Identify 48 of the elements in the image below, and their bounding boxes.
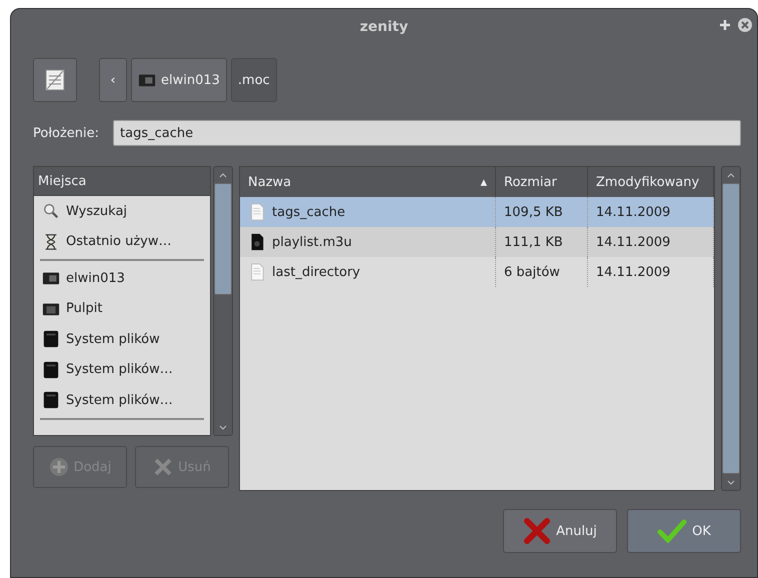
chevron-up-icon[interactable] (727, 172, 735, 178)
file-name-cell[interactable]: tags_cache (240, 197, 496, 227)
place-item[interactable]: Pulpit (34, 294, 210, 324)
chevron-down-icon[interactable] (727, 480, 735, 484)
location-field[interactable]: tags_cache (113, 120, 741, 146)
edit-location-button[interactable] (33, 58, 77, 102)
cancel-button[interactable]: Anuluj (503, 509, 617, 553)
maximize-icon[interactable] (719, 19, 731, 31)
scrollbar[interactable] (213, 166, 233, 436)
path-button[interactable]: .moc (230, 58, 277, 102)
scrollbar[interactable] (721, 166, 741, 491)
places-header[interactable]: Miejsca (34, 167, 210, 196)
file-date-cell: 14.11.2009 (588, 257, 714, 287)
place-item[interactable]: Wyszukaj (34, 196, 210, 226)
file-name-cell[interactable]: playlist.m3u (240, 227, 496, 257)
drive-icon (42, 391, 60, 410)
document-icon (248, 203, 266, 221)
back-button[interactable]: ‹ (99, 58, 127, 102)
plus-icon (48, 457, 69, 477)
column-header[interactable]: Rozmiar (496, 167, 588, 197)
file-size-cell: 111,1 KB (496, 227, 588, 257)
ok-button[interactable]: OK (627, 509, 741, 553)
column-header[interactable]: Nazwa ▴ (240, 167, 496, 197)
drive-icon (42, 360, 60, 379)
place-item[interactable]: elwin013 (34, 263, 210, 294)
file-date-cell: 14.11.2009 (588, 227, 714, 257)
cross-icon (523, 517, 552, 545)
place-item[interactable]: System plików… (34, 354, 210, 385)
window-title: zenity (360, 18, 408, 34)
file-size-cell: 109,5 KB (496, 197, 588, 227)
file-name-cell[interactable]: last_directory (240, 257, 496, 287)
path-button[interactable]: elwin013 (131, 58, 227, 102)
chevron-up-icon[interactable] (219, 172, 227, 178)
place-item[interactable]: Ostatnio używ… (34, 226, 210, 257)
checkmark-icon (657, 519, 688, 543)
location-label: Położenie: (33, 126, 100, 140)
place-item[interactable]: System plików (34, 324, 210, 354)
magnifier-icon (42, 202, 60, 220)
file-size-cell: 6 bajtów (496, 257, 588, 287)
chevron-down-icon[interactable] (219, 424, 227, 430)
column-header[interactable]: Zmodyfikowany (588, 167, 714, 197)
document-icon (248, 263, 266, 281)
notepad-icon (43, 68, 67, 92)
file-date-cell: 14.11.2009 (588, 197, 714, 227)
place-item[interactable]: System plików… (34, 385, 210, 416)
cross-icon (153, 457, 174, 477)
drive-icon (42, 330, 60, 348)
close-icon[interactable] (737, 17, 753, 33)
